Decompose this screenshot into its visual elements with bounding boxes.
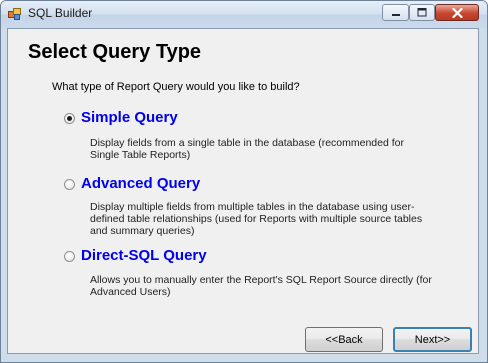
maximize-icon [417, 8, 427, 17]
sql-builder-app-icon [8, 8, 21, 20]
sql-builder-window: SQL Builder Select Query Type What type … [0, 0, 488, 363]
description-line: Single Table Reports) [90, 149, 191, 161]
simple-query-label[interactable]: Simple Query [81, 109, 178, 126]
minimize-icon [391, 13, 400, 16]
back-button[interactable]: <<Back [305, 327, 383, 352]
description-line: Display multiple fields from multiple ta… [90, 201, 415, 213]
direct-sql-query-description: Allows you to manually enter the Report'… [90, 274, 460, 298]
direct-sql-query-label[interactable]: Direct-SQL Query [81, 247, 207, 264]
description-line: Display fields from a single table in th… [90, 137, 404, 149]
window-title: SQL Builder [28, 6, 93, 20]
advanced-query-description: Display multiple fields from multiple ta… [90, 201, 460, 237]
minimize-button[interactable] [382, 4, 409, 21]
description-line: Advanced Users) [90, 286, 171, 298]
wizard-client-area: Select Query Type What type of Report Qu… [7, 28, 479, 354]
close-icon [451, 7, 463, 18]
direct-sql-query-radio[interactable] [64, 251, 75, 262]
next-button[interactable]: Next>> [393, 327, 472, 352]
page-title: Select Query Type [28, 41, 202, 63]
description-line: and summary queries) [90, 225, 195, 237]
advanced-query-label[interactable]: Advanced Query [81, 175, 200, 192]
description-line: defined table relationships (used for Re… [90, 213, 423, 225]
maximize-button[interactable] [409, 4, 435, 21]
close-button[interactable] [435, 4, 479, 21]
title-bar[interactable]: SQL Builder [1, 1, 487, 28]
query-type-question: What type of Report Query would you like… [52, 81, 300, 93]
simple-query-description: Display fields from a single table in th… [90, 137, 460, 161]
simple-query-radio[interactable] [64, 113, 75, 124]
description-line: Allows you to manually enter the Report'… [90, 274, 432, 286]
advanced-query-radio[interactable] [64, 179, 75, 190]
